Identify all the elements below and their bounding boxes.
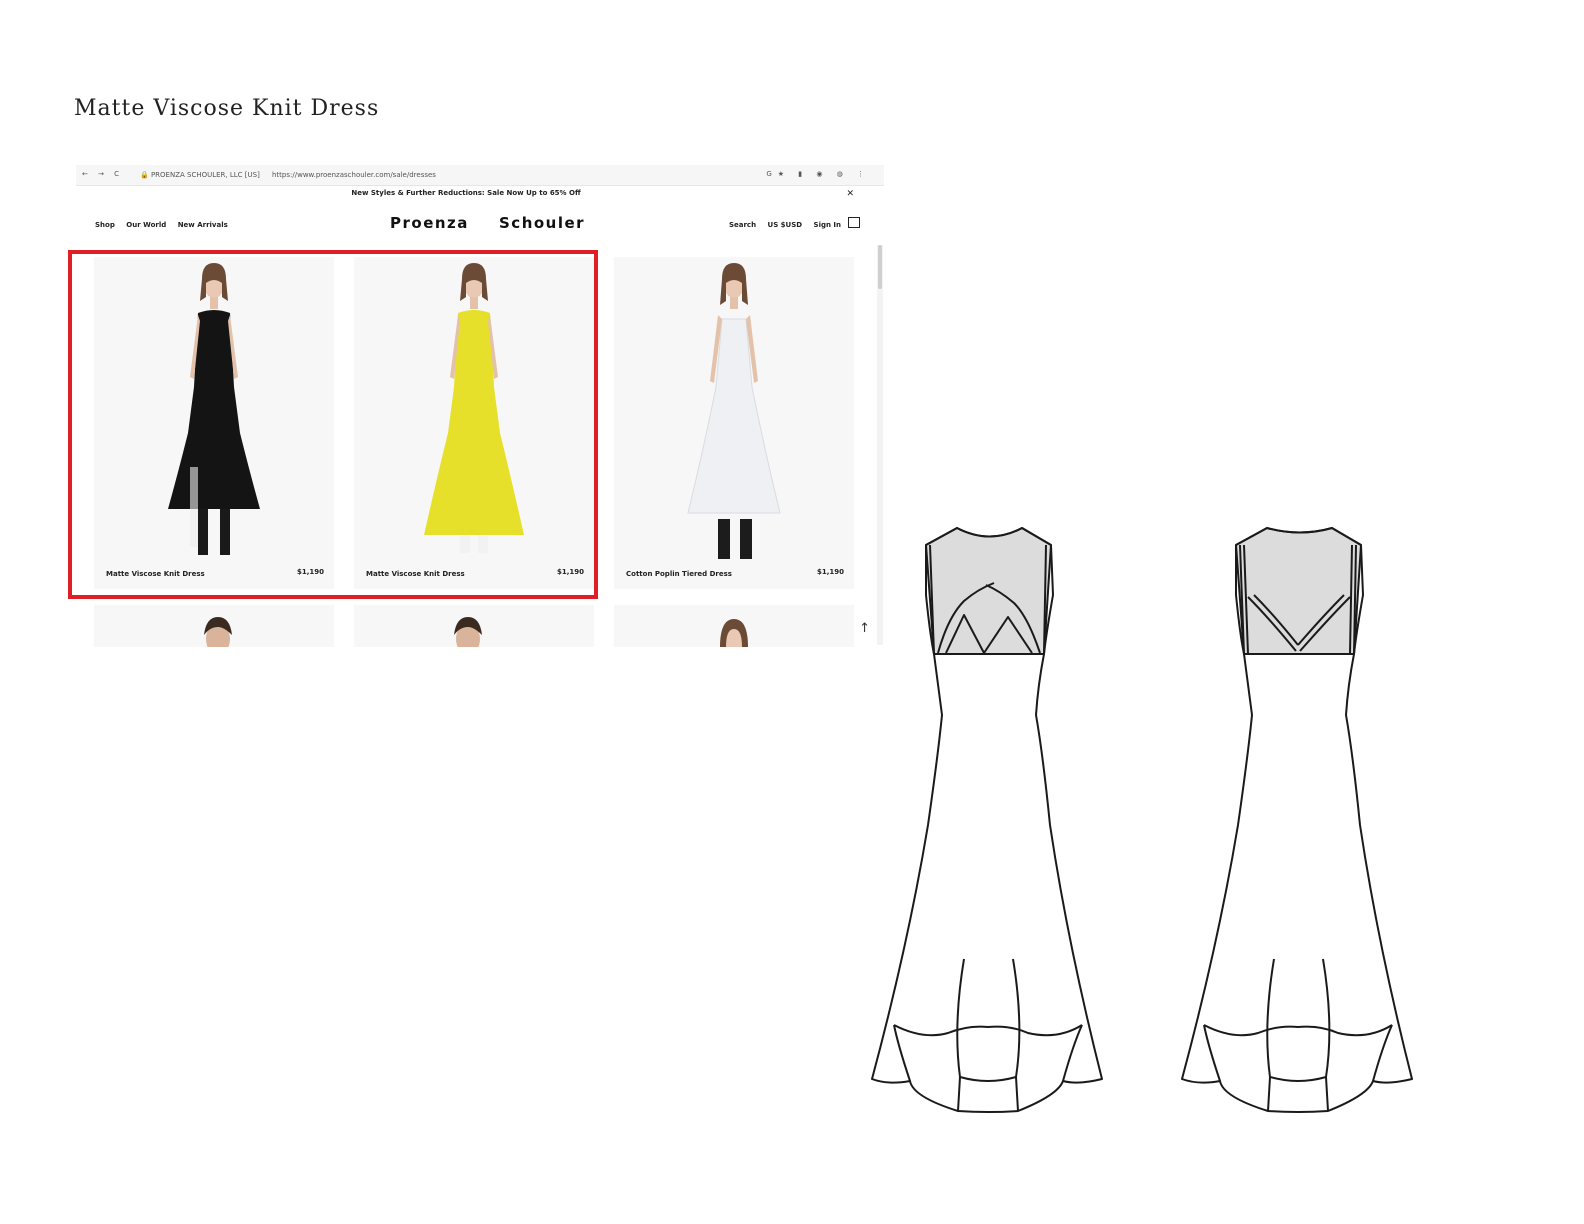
model-photo — [204, 617, 232, 647]
flat-sketch-back — [1181, 527, 1413, 1113]
utility-nav: Search US $USD Sign In — [729, 221, 850, 229]
browser-extension-icons[interactable]: G★ ▮ ◉ ◍ ⋮ — [766, 170, 870, 178]
main-nav: Shop Our World New Arrivals — [95, 221, 237, 229]
browser-nav-icons[interactable]: ← → C — [82, 170, 123, 178]
nav-shop[interactable]: Shop — [95, 221, 115, 229]
product-card-partial[interactable] — [614, 605, 854, 647]
browser-toolbar: ← → C 🔒 PROENZA SCHOULER, LLC [US] https… — [76, 165, 884, 186]
promo-banner: New Styles & Further Reductions: Sale No… — [351, 189, 581, 197]
site-identity[interactable]: 🔒 PROENZA SCHOULER, LLC [US] — [140, 171, 260, 179]
brand-logo-right[interactable]: Schouler — [499, 214, 585, 232]
shopping-bag-icon[interactable] — [848, 217, 860, 228]
product-price: $1,190 — [816, 568, 844, 576]
yoke-fill — [1235, 527, 1362, 655]
product-card-partial[interactable] — [354, 605, 594, 647]
brand-logo-left[interactable]: Proenza — [390, 214, 469, 232]
model-photo — [720, 619, 748, 647]
product-name[interactable]: Cotton Poplin Tiered Dress — [626, 570, 732, 578]
close-icon[interactable]: ✕ — [846, 189, 854, 199]
nav-our-world[interactable]: Our World — [126, 221, 166, 229]
scrollbar-thumb[interactable] — [878, 245, 882, 289]
model-photo — [454, 617, 482, 647]
product-card[interactable]: Cotton Poplin Tiered Dress $1,190 — [614, 257, 854, 589]
address-bar[interactable]: https://www.proenzaschouler.com/sale/dre… — [272, 171, 436, 179]
currency-selector[interactable]: US $USD — [768, 221, 803, 229]
nav-new-arrivals[interactable]: New Arrivals — [178, 221, 228, 229]
nav-sign-in[interactable]: Sign In — [814, 221, 841, 229]
highlight-box — [68, 250, 598, 599]
page-title: Matte Viscose Knit Dress — [74, 96, 380, 121]
flat-sketch-front — [871, 527, 1103, 1113]
model-photo — [687, 263, 781, 559]
nav-search[interactable]: Search — [729, 221, 756, 229]
product-card-partial[interactable] — [94, 605, 334, 647]
